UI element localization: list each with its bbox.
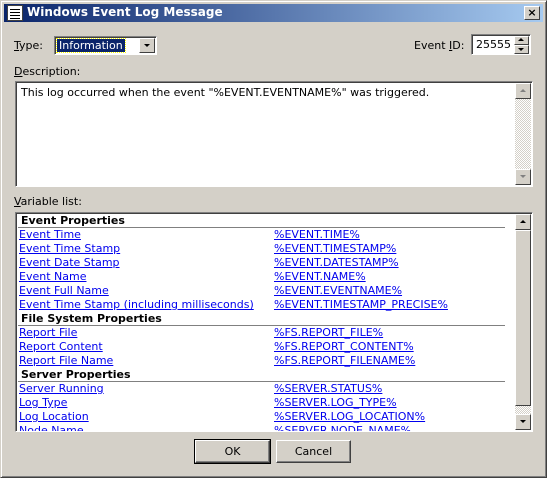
- event-id-label: Event ID:: [414, 39, 465, 52]
- variable-code-link[interactable]: %FS.REPORT_CONTENT%: [274, 340, 414, 354]
- scroll-up-button[interactable]: [515, 83, 531, 99]
- variable-code-link[interactable]: %EVENT.TIMESTAMP%: [274, 242, 396, 256]
- variable-code-link[interactable]: %SERVER.STATUS%: [274, 382, 382, 396]
- arrow-down-icon: [518, 48, 524, 51]
- description-scrollbar[interactable]: [515, 83, 531, 185]
- variable-name-link[interactable]: Event Time: [19, 228, 81, 242]
- variable-code-link[interactable]: %FS.REPORT_FILENAME%: [274, 354, 415, 368]
- variable-name-link[interactable]: Log Type: [19, 396, 67, 410]
- variable-code-link[interactable]: %SERVER.NODE_NAME%: [274, 424, 411, 431]
- variable-list-scrollbar[interactable]: [515, 214, 531, 430]
- chevron-down-icon: [144, 44, 150, 47]
- group-header-event: Event Properties: [18, 214, 505, 228]
- list-item[interactable]: Node Name %SERVER.NODE_NAME%: [18, 424, 516, 431]
- list-item[interactable]: Event Name %EVENT.NAME%: [18, 270, 516, 284]
- close-icon: ×: [527, 6, 537, 19]
- variable-name-link[interactable]: Log Location: [19, 410, 89, 424]
- ok-button[interactable]: OK: [194, 439, 271, 464]
- arrow-up-icon: [520, 89, 526, 92]
- list-item[interactable]: Report File %FS.REPORT_FILE%: [18, 326, 516, 340]
- variable-name-link[interactable]: Event Full Name: [19, 284, 109, 298]
- list-item[interactable]: Server Running %SERVER.STATUS%: [18, 382, 516, 396]
- scroll-up-button[interactable]: [515, 214, 531, 230]
- arrow-up-icon: [520, 220, 526, 223]
- list-item[interactable]: Log Type %SERVER.LOG_TYPE%: [18, 396, 516, 410]
- variable-list-content: Event Properties Event Time %EVENT.TIME%…: [18, 214, 516, 431]
- type-label: Type:: [14, 39, 43, 52]
- list-item[interactable]: Log Location %SERVER.LOG_LOCATION%: [18, 410, 516, 424]
- variable-list[interactable]: Event Properties Event Time %EVENT.TIME%…: [15, 212, 533, 432]
- scroll-down-button[interactable]: [515, 169, 531, 185]
- variable-name-link[interactable]: Report File Name: [19, 354, 113, 368]
- variable-name-link[interactable]: Server Running: [19, 382, 104, 396]
- variable-code-link[interactable]: %FS.REPORT_FILE%: [274, 326, 383, 340]
- arrow-down-icon: [520, 420, 526, 423]
- app-icon: [7, 5, 23, 21]
- scroll-down-button[interactable]: [515, 414, 531, 430]
- type-dropdown-button[interactable]: [139, 38, 155, 53]
- group-header-file-system: File System Properties: [18, 312, 505, 326]
- type-select[interactable]: Information: [54, 36, 157, 55]
- window-title: Windows Event Log Message: [27, 5, 223, 19]
- arrow-down-icon: [520, 175, 526, 178]
- close-button[interactable]: ×: [524, 6, 540, 20]
- event-id-value[interactable]: 25555: [476, 38, 511, 51]
- spin-down-button[interactable]: [514, 45, 529, 54]
- arrow-up-icon: [518, 38, 524, 41]
- list-item[interactable]: Event Date Stamp %EVENT.DATESTAMP%: [18, 256, 516, 270]
- list-item[interactable]: Event Time Stamp (including milliseconds…: [18, 298, 516, 312]
- description-textarea[interactable]: This log occurred when the event "%EVENT…: [15, 81, 533, 187]
- description-label: Description:: [14, 65, 81, 78]
- list-item[interactable]: Event Full Name %EVENT.EVENTNAME%: [18, 284, 516, 298]
- variable-name-link[interactable]: Report Content: [19, 340, 103, 354]
- variable-list-label: Variable list:: [14, 195, 82, 208]
- dialog-window: Windows Event Log Message × Type: Inform…: [0, 0, 547, 478]
- variable-code-link[interactable]: %EVENT.EVENTNAME%: [274, 284, 402, 298]
- variable-code-link[interactable]: %EVENT.TIME%: [274, 228, 360, 242]
- variable-code-link[interactable]: %SERVER.LOG_TYPE%: [274, 396, 397, 410]
- variable-name-link[interactable]: Event Name: [19, 270, 86, 284]
- description-text[interactable]: This log occurred when the event "%EVENT…: [21, 86, 429, 99]
- title-bar[interactable]: Windows Event Log Message ×: [4, 4, 543, 22]
- list-item[interactable]: Report File Name %FS.REPORT_FILENAME%: [18, 354, 516, 368]
- variable-code-link[interactable]: %EVENT.DATESTAMP%: [274, 256, 399, 270]
- variable-name-link[interactable]: Event Date Stamp: [19, 256, 120, 270]
- variable-code-link[interactable]: %EVENT.NAME%: [274, 270, 366, 284]
- variable-name-link[interactable]: Event Time Stamp (including milliseconds…: [19, 298, 254, 312]
- spin-up-button[interactable]: [514, 36, 529, 45]
- list-item[interactable]: Event Time %EVENT.TIME%: [18, 228, 516, 242]
- variable-name-link[interactable]: Report File: [19, 326, 77, 340]
- variable-name-link[interactable]: Node Name: [19, 424, 84, 431]
- variable-name-link[interactable]: Event Time Stamp: [19, 242, 120, 256]
- type-select-value: Information: [56, 38, 126, 53]
- group-header-server: Server Properties: [18, 368, 505, 382]
- list-item[interactable]: Event Time Stamp %EVENT.TIMESTAMP%: [18, 242, 516, 256]
- variable-code-link[interactable]: %SERVER.LOG_LOCATION%: [274, 410, 425, 424]
- cancel-button[interactable]: Cancel: [276, 440, 351, 463]
- variable-code-link[interactable]: %EVENT.TIMESTAMP_PRECISE%: [274, 298, 448, 312]
- event-id-spinner[interactable]: 25555: [471, 34, 531, 55]
- list-item[interactable]: Report Content %FS.REPORT_CONTENT%: [18, 340, 516, 354]
- scroll-thumb[interactable]: [515, 230, 531, 406]
